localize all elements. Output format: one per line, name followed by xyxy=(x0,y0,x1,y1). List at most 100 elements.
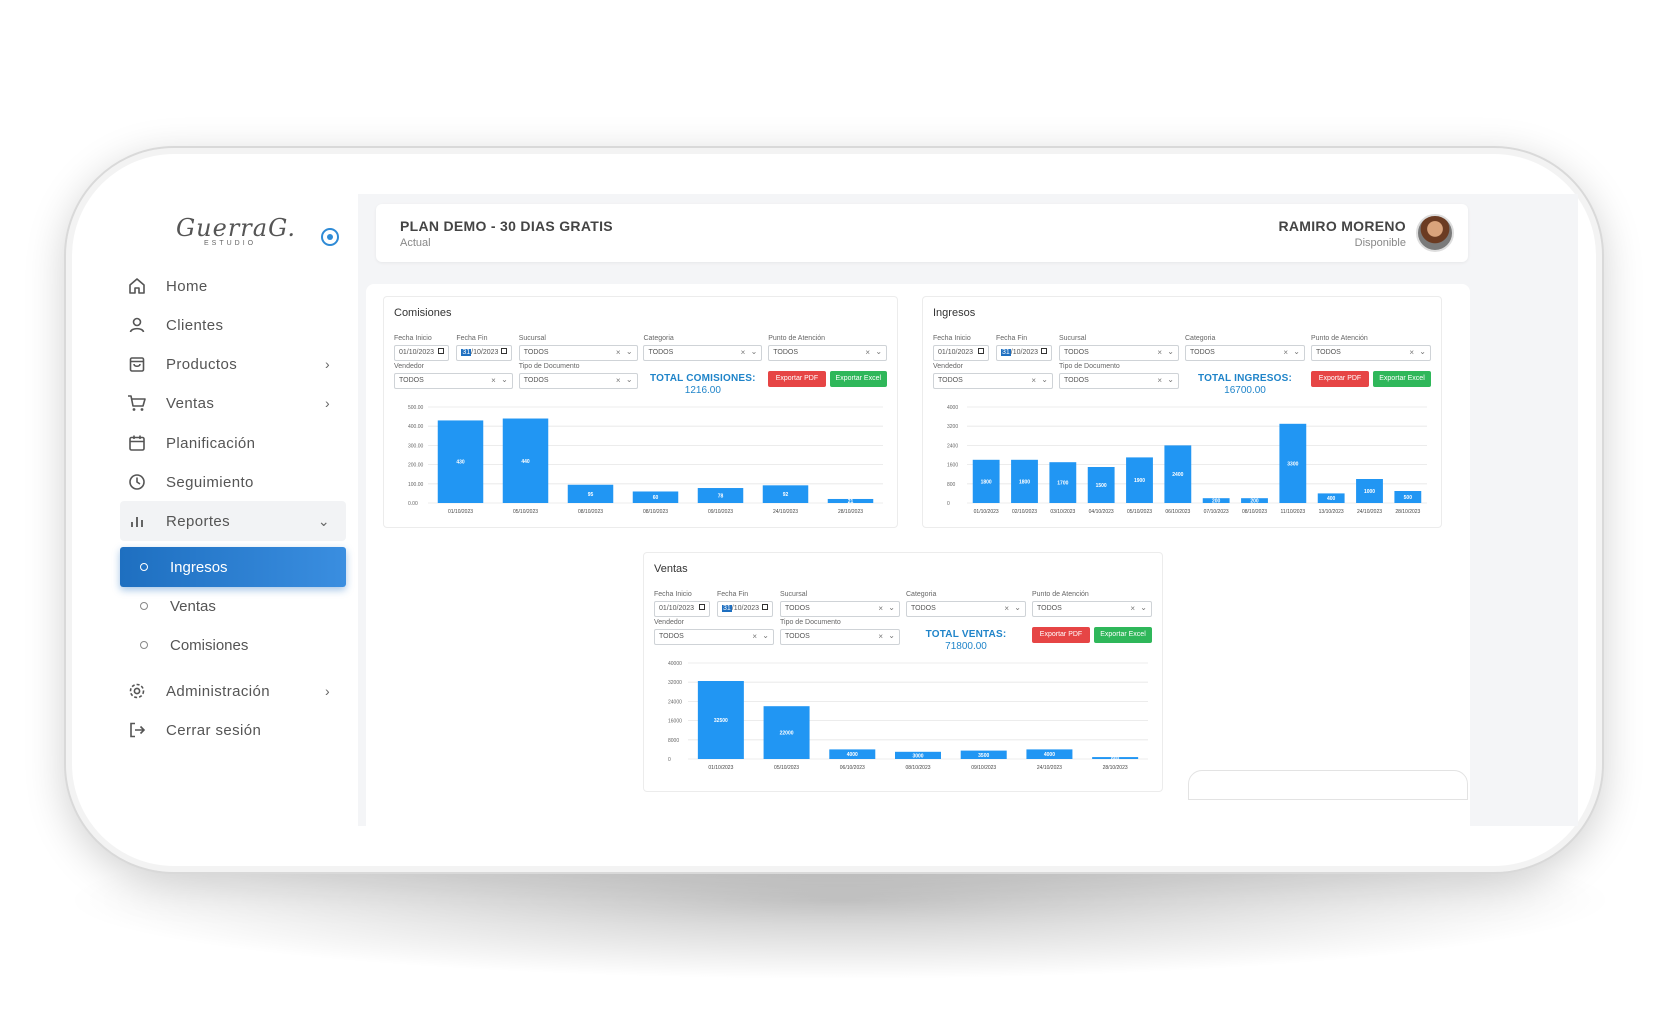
fecha-fin-field[interactable]: 31/10/2023 xyxy=(456,345,512,361)
clear-icon[interactable]: × xyxy=(878,632,883,641)
chevron-down-icon[interactable]: ⌄ xyxy=(888,631,895,640)
clear-icon[interactable]: × xyxy=(878,604,883,613)
export-excel-button[interactable]: Exportar Excel xyxy=(1373,371,1431,387)
vendedor-label: Vendedor xyxy=(394,363,424,370)
fecha-inicio-field[interactable]: 01/10/2023 xyxy=(654,601,710,617)
chevron-down-icon[interactable]: ⌄ xyxy=(1167,347,1174,356)
chevron-down-icon[interactable]: ⌄ xyxy=(762,631,769,640)
clear-icon[interactable]: × xyxy=(1157,348,1162,357)
categoria-field[interactable]: TODOS × ⌄ xyxy=(906,601,1026,617)
categoria-field[interactable]: TODOS × ⌄ xyxy=(643,345,763,361)
export-pdf-button[interactable]: Exportar PDF xyxy=(1311,371,1369,387)
punto-atencion-field[interactable]: TODOS × ⌄ xyxy=(768,345,888,361)
y-tick-label: 4000 xyxy=(947,405,958,411)
chevron-down-icon[interactable]: ⌄ xyxy=(888,603,895,612)
clear-icon[interactable]: × xyxy=(616,376,621,385)
data-label: 200 xyxy=(1250,499,1259,505)
select-value: TODOS xyxy=(773,349,798,356)
sucursal-field[interactable]: TODOS × ⌄ xyxy=(1059,345,1179,361)
date-value: /10/2023 xyxy=(471,349,499,356)
calendar-icon xyxy=(1041,348,1047,354)
clear-icon[interactable]: × xyxy=(1004,604,1009,613)
chevron-down-icon[interactable]: ⌄ xyxy=(1293,347,1300,356)
sidebar-item-home[interactable]: Home xyxy=(120,266,346,306)
clear-icon[interactable]: × xyxy=(491,376,496,385)
tipo-documento-field[interactable]: TODOS × ⌄ xyxy=(780,629,900,645)
export-pdf-button[interactable]: Exportar PDF xyxy=(768,371,826,387)
avatar[interactable] xyxy=(1416,214,1454,252)
export-excel-button[interactable]: Exportar Excel xyxy=(829,371,887,387)
clear-icon[interactable]: × xyxy=(752,632,757,641)
data-label: 21 xyxy=(848,499,854,505)
clear-icon[interactable]: × xyxy=(1130,604,1135,613)
select-value: TODOS xyxy=(785,605,810,612)
sidebar-item-productos[interactable]: Productos › xyxy=(120,344,346,384)
sucursal-field[interactable]: TODOS × ⌄ xyxy=(518,345,638,361)
chevron-down-icon[interactable]: ⌄ xyxy=(751,347,758,356)
clock-icon xyxy=(126,471,148,493)
categoria-field[interactable]: TODOS × ⌄ xyxy=(1185,345,1305,361)
data-label: 22000 xyxy=(780,731,794,737)
fecha-fin-field[interactable]: 31/10/2023 xyxy=(717,601,773,617)
punto-atencion-field[interactable]: TODOS × ⌄ xyxy=(1032,601,1152,617)
sidebar-toggle-icon[interactable] xyxy=(321,228,339,246)
tipo-documento-field[interactable]: TODOS × ⌄ xyxy=(518,373,638,389)
clear-icon[interactable]: × xyxy=(1031,376,1036,385)
sidebar-item-logout[interactable]: Cerrar sesión xyxy=(120,710,346,750)
fecha-inicio-field[interactable]: 01/10/2023 xyxy=(394,345,450,361)
chevron-down-icon[interactable]: ⌄ xyxy=(626,347,633,356)
sidebar-item-planificacion[interactable]: Planificación xyxy=(120,423,346,463)
data-label: 32500 xyxy=(714,718,728,724)
fecha-inicio-field[interactable]: 01/10/2023 xyxy=(933,345,989,361)
clear-icon[interactable]: × xyxy=(1157,376,1162,385)
calendar-icon xyxy=(438,348,445,354)
chevron-down-icon[interactable]: ⌄ xyxy=(1140,603,1147,612)
tipo-documento-field[interactable]: TODOS × ⌄ xyxy=(1059,373,1179,389)
submenu-item-ventas[interactable]: Ventas xyxy=(120,586,346,626)
fecha-fin-field[interactable]: 31/10/2023 xyxy=(996,345,1052,361)
sucursal-field[interactable]: TODOS × ⌄ xyxy=(780,601,900,617)
chat-widget[interactable] xyxy=(1188,770,1468,800)
sidebar-item-administracion[interactable]: Administración › xyxy=(120,671,346,711)
chevron-down-icon[interactable]: ⌄ xyxy=(875,347,882,356)
chevron-down-icon[interactable]: ⌄ xyxy=(626,375,633,384)
clear-icon[interactable]: × xyxy=(616,348,621,357)
y-tick-label: 8000 xyxy=(668,738,679,744)
sidebar-item-seguimiento[interactable]: Seguimiento xyxy=(120,462,346,502)
data-label: 500 xyxy=(1404,495,1413,501)
logo: GuerraG. ESTUDIO xyxy=(176,214,295,260)
chevron-down-icon[interactable]: ⌄ xyxy=(1419,347,1426,356)
sidebar-item-label: Home xyxy=(166,277,208,295)
punto-atencion-field[interactable]: TODOS × ⌄ xyxy=(1311,345,1431,361)
sidebar-item-reportes[interactable]: Reportes ⌄ xyxy=(120,501,346,541)
chevron-down-icon[interactable]: ⌄ xyxy=(1014,603,1021,612)
gear-icon xyxy=(126,680,148,702)
calendar-icon xyxy=(978,348,984,354)
chevron-down-icon[interactable]: ⌄ xyxy=(501,375,508,384)
chevron-down-icon[interactable]: ⌄ xyxy=(1041,375,1048,384)
submenu-item-ingresos[interactable]: Ingresos xyxy=(120,547,346,587)
vendedor-field[interactable]: TODOS × ⌄ xyxy=(394,373,513,389)
submenu-item-comisiones[interactable]: Comisiones xyxy=(120,625,346,665)
export-excel-button[interactable]: Exportar Excel xyxy=(1094,627,1152,643)
clear-icon[interactable]: × xyxy=(741,348,746,357)
fecha-inicio-label: Fecha Inicio xyxy=(933,335,971,342)
date-value: /10/2023 xyxy=(731,605,760,612)
vendedor-field[interactable]: TODOS × ⌄ xyxy=(933,373,1053,389)
chevron-down-icon[interactable]: ⌄ xyxy=(1167,375,1174,384)
y-tick-label: 800 xyxy=(947,482,956,488)
clear-icon[interactable]: × xyxy=(1283,348,1288,357)
clear-icon[interactable]: × xyxy=(1409,348,1414,357)
vendedor-field[interactable]: TODOS × ⌄ xyxy=(654,629,774,645)
clear-icon[interactable]: × xyxy=(865,348,870,357)
data-label: 4000 xyxy=(1044,752,1055,758)
sidebar-item-clientes[interactable]: Clientes xyxy=(120,305,346,345)
sidebar-item-ventas[interactable]: Ventas › xyxy=(120,383,346,423)
data-label: 440 xyxy=(521,459,530,465)
data-label: 3500 xyxy=(978,753,989,759)
x-tick-label: 09/10/2023 xyxy=(708,509,733,515)
x-tick-label: 04/10/2023 xyxy=(1089,509,1114,515)
total-label: TOTAL VENTAS: xyxy=(925,629,1007,640)
card-title: Ingresos xyxy=(933,307,976,319)
export-pdf-button[interactable]: Exportar PDF xyxy=(1032,627,1090,643)
